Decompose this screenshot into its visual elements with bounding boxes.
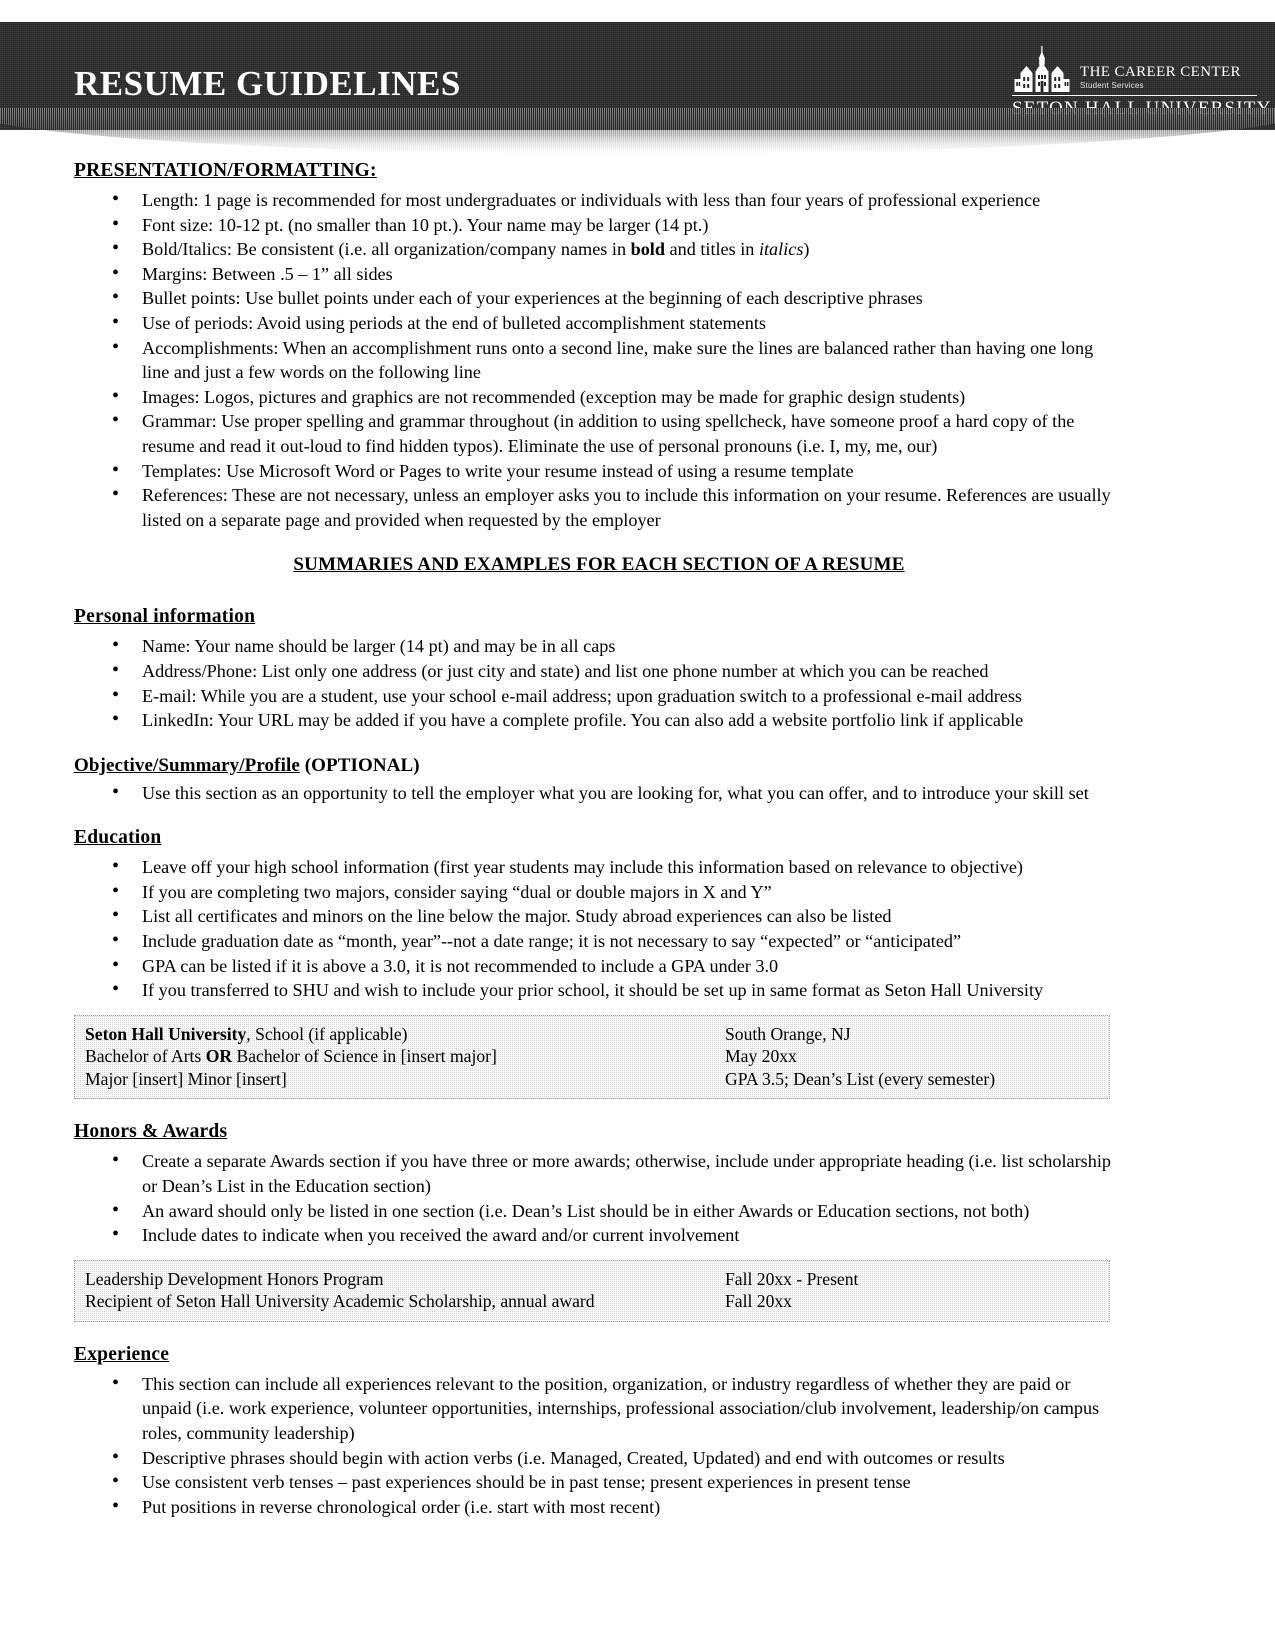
bullet-lead-text: Bold/Italics: Be consistent (i.e. all or… (142, 239, 631, 260)
list-item: Bold/Italics: Be consistent (i.e. all or… (74, 236, 1124, 262)
student-services-text: Student Services (1080, 80, 1144, 90)
seton-hall-building-icon (1012, 46, 1074, 92)
page-title: RESUME GUIDELINES (74, 64, 461, 103)
honors-awards-bullet-list: Create a separate Awards section if you … (74, 1148, 1124, 1248)
list-item: List all certificates and minors on the … (74, 903, 1124, 929)
example-left-pre: Bachelor of Arts (85, 1046, 206, 1067)
example-right-cell: May 20xx (725, 1046, 797, 1067)
example-left-rest: Bachelor of Science in [insert major] (232, 1046, 497, 1067)
example-left-cell: Major [insert] Minor [insert] (85, 1068, 287, 1089)
list-item: Grammar: Use proper spelling and grammar… (74, 408, 1124, 458)
personal-information-bullet-list: Name: Your name should be larger (14 pt)… (74, 633, 1124, 733)
list-item: Images: Logos, pictures and graphics are… (74, 384, 1124, 410)
presentation-bullet-list: Length: 1 page is recommended for most u… (74, 187, 1124, 532)
list-item: Put positions in reverse chronological o… (74, 1494, 1124, 1520)
list-item: If you transferred to SHU and wish to in… (74, 977, 1124, 1003)
list-item: Include dates to indicate when you recei… (74, 1222, 1124, 1248)
example-right-cell: South Orange, NJ (725, 1023, 851, 1044)
example-left-rest: , School (if applicable) (246, 1023, 408, 1044)
list-item: E-mail: While you are a student, use you… (74, 683, 1124, 709)
list-item: Name: Your name should be larger (14 pt)… (74, 633, 1124, 659)
list-item: Accomplishments: When an accomplishment … (74, 335, 1124, 385)
list-item: LinkedIn: Your URL may be added if you h… (74, 707, 1124, 733)
example-row: Seton Hall University, School (if applic… (85, 1023, 1099, 1046)
list-item: Use this section as an opportunity to te… (74, 780, 1124, 806)
list-item: Include graduation date as “month, year”… (74, 928, 1124, 954)
list-item: Font size: 10-12 pt. (no smaller than 10… (74, 212, 1124, 238)
example-right-cell: Fall 20xx - Present (725, 1268, 859, 1289)
list-item: Templates: Use Microsoft Word or Pages t… (74, 458, 1124, 484)
example-left-cell: Recipient of Seton Hall University Acade… (85, 1291, 595, 1312)
objective-heading: Objective/Summary/Profile (OPTIONAL) (74, 755, 1124, 777)
university-name-text: SETON HALL UNIVERSITY (1012, 98, 1272, 119)
education-example-box: Seton Hall University, School (if applic… (74, 1014, 1110, 1100)
example-row: Recipient of Seton Hall University Acade… (85, 1290, 1099, 1313)
presentation-heading: PRESENTATION/FORMATTING: (74, 160, 377, 181)
seton-hall-career-center-logo: THE CAREER CENTER Student Services SETON… (1012, 46, 1272, 124)
list-item: Address/Phone: List only one address (or… (74, 658, 1124, 684)
bullet-tail-text: ) (803, 239, 810, 260)
bullet-mid-text: and titles in (664, 239, 759, 260)
bold-emphasis: OR (205, 1046, 233, 1067)
organization-name: Seton Hall University (85, 1023, 247, 1044)
example-left-cell: Leadership Development Honors Program (85, 1268, 384, 1289)
list-item: Use of periods: Avoid using periods at t… (74, 310, 1124, 336)
experience-bullet-list: This section can include all experiences… (74, 1371, 1124, 1520)
list-item: Bullet points: Use bullet points under e… (74, 285, 1124, 311)
education-heading: Education (74, 827, 162, 849)
example-row: Leadership Development Honors Program Fa… (85, 1268, 1099, 1291)
example-row: Major [insert] Minor [insert] GPA 3.5; D… (85, 1068, 1099, 1091)
list-item: Margins: Between .5 – 1” all sides (74, 261, 1124, 287)
education-bullet-list: Leave off your high school information (… (74, 854, 1124, 1003)
document-body: PRESENTATION/FORMATTING: Length: 1 page … (74, 160, 1124, 1519)
objective-bullet-list: Use this section as an opportunity to te… (74, 780, 1124, 806)
page-header-banner: RESUME GUIDELINES THE CAREER CENTER Stud… (0, 22, 1275, 130)
logo-wordmark: THE CAREER CENTER Student Services (1080, 63, 1241, 92)
list-item: This section can include all experiences… (74, 1371, 1124, 1446)
list-item: Length: 1 page is recommended for most u… (74, 187, 1124, 213)
example-row: Bachelor of Arts OR Bachelor of Science … (85, 1045, 1099, 1068)
objective-heading-underlined: Objective/Summary/Profile (74, 754, 300, 776)
list-item: Descriptive phrases should begin with ac… (74, 1445, 1124, 1471)
list-item: If you are completing two majors, consid… (74, 879, 1124, 905)
list-item: Use consistent verb tenses – past experi… (74, 1469, 1124, 1495)
list-item: References: These are not necessary, unl… (74, 482, 1124, 532)
experience-heading: Experience (74, 1343, 170, 1365)
example-left-cell: Seton Hall University, School (if applic… (85, 1023, 725, 1046)
objective-heading-suffix: (OPTIONAL) (299, 754, 420, 776)
example-left-cell: Bachelor of Arts OR Bachelor of Science … (85, 1045, 725, 1068)
honors-example-box: Leadership Development Honors Program Fa… (74, 1259, 1110, 1322)
summaries-heading: SUMMARIES AND EXAMPLES FOR EACH SECTION … (293, 554, 905, 576)
personal-information-heading: Personal information (74, 606, 256, 628)
example-right-cell: Fall 20xx (725, 1291, 792, 1312)
honors-awards-heading: Honors & Awards (74, 1121, 228, 1143)
example-right-cell: GPA 3.5; Dean’s List (every semester) (725, 1068, 996, 1089)
list-item: An award should only be listed in one se… (74, 1198, 1124, 1224)
logo-divider (1012, 95, 1257, 96)
list-item: Leave off your high school information (… (74, 854, 1124, 880)
logo-top-row: THE CAREER CENTER Student Services (1012, 46, 1257, 92)
career-center-text: THE CAREER CENTER (1080, 63, 1241, 80)
italic-emphasis: italics (758, 239, 804, 260)
list-item: Create a separate Awards section if you … (74, 1148, 1124, 1198)
bold-emphasis: bold (630, 239, 665, 260)
list-item: GPA can be listed if it is above a 3.0, … (74, 953, 1124, 979)
